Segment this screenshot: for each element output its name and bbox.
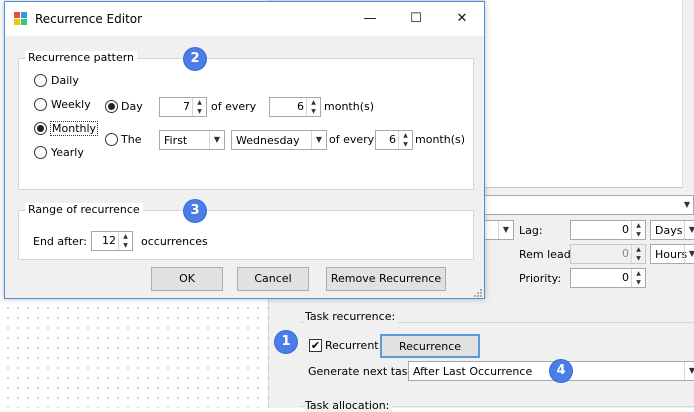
occurrences-value[interactable]: 12 [102,234,116,247]
spin-arrows-icon[interactable]: ▲ ▼ [631,269,645,287]
spin-arrows-icon[interactable]: ▲ ▼ [118,232,132,250]
spin-arrows-icon[interactable]: ▲ ▼ [631,245,645,263]
chevron-down-icon[interactable]: ▼ [498,221,513,239]
the-months-spinner[interactable]: 6 ▲ ▼ [375,130,413,150]
top-dropdown[interactable]: ▼ [482,195,694,215]
priority-label: Priority: [519,272,562,285]
range-of-recurrence-legend: Range of recurrence [25,203,143,216]
day-value[interactable]: 7 [183,100,190,113]
end-after-label: End after: [33,235,87,248]
rem-lead-unit-select[interactable]: Hours ▼ [650,244,694,264]
minimize-icon[interactable]: — [347,2,393,36]
the-months-value[interactable]: 6 [389,133,396,146]
ordinal-value[interactable]: First [164,134,187,147]
ordinal-select[interactable]: First ▼ [159,130,225,150]
day-label: Day [121,100,143,113]
chevron-down-icon[interactable]: ▼ [684,362,694,380]
badge-3: 3 [184,200,206,222]
ok-button[interactable]: OK [151,267,223,291]
lag-unit-value[interactable]: Days [655,224,682,237]
resize-grip-icon[interactable] [473,288,483,298]
dialog-title: Recurrence Editor [35,12,143,26]
occurrences-spinner[interactable]: 12 ▲ ▼ [91,231,133,251]
task-recurrence-legend: Task recurrence: [305,310,399,323]
the-radio[interactable] [105,133,118,146]
daily-label: Daily [51,74,79,87]
rem-lead-label: Rem lead: [519,248,575,261]
yearly-radio[interactable] [34,146,47,159]
the-months-unit: month(s) [415,133,466,146]
weekly-radio[interactable] [34,98,47,111]
spin-arrows-icon[interactable]: ▲ ▼ [631,221,645,239]
hidden-combo[interactable]: ▼ [482,220,514,240]
badge-4: 4 [550,360,572,382]
monthly-radio[interactable] [34,122,47,135]
lag-label: Lag: [519,224,543,237]
rem-lead-value[interactable]: 0 [622,247,629,260]
day-radio[interactable] [105,100,118,113]
recurrence-editor-dialog: Recurrence Editor — ☐ ✕ Recurrence patte… [4,1,485,299]
weekday-value[interactable]: Wednesday [236,134,300,147]
chevron-down-icon[interactable]: ▼ [684,221,694,239]
day-spinner[interactable]: 7 ▲ ▼ [159,97,207,117]
badge-1: 1 [275,331,297,353]
chevron-down-icon[interactable]: ▼ [684,245,694,263]
rem-lead-spinner[interactable]: 0 ▲ ▼ [570,244,646,264]
cancel-button[interactable]: Cancel [237,267,309,291]
priority-value[interactable]: 0 [622,271,629,284]
lag-unit-select[interactable]: Days ▼ [650,220,694,240]
day-months-value[interactable]: 6 [297,100,304,113]
check-icon: ✔ [310,339,321,352]
recurrent-checkbox[interactable]: ✔ [309,339,322,352]
spin-arrows-icon[interactable]: ▲ ▼ [398,131,412,149]
day-months-spinner[interactable]: 6 ▲ ▼ [269,97,321,117]
lag-value[interactable]: 0 [622,223,629,236]
generate-next-task-label: Generate next task: [308,365,418,378]
recurrence-pattern-legend: Recurrence pattern [25,51,138,64]
close-icon[interactable]: ✕ [439,2,485,36]
task-allocation-legend: Task allocation: [305,399,393,412]
priority-spinner[interactable]: 0 ▲ ▼ [570,268,646,288]
generate-next-task-value[interactable]: After Last Occurrence [413,365,532,378]
occurrences-label: occurrences [141,235,208,248]
daily-radio[interactable] [34,74,47,87]
maximize-icon[interactable]: ☐ [393,2,439,36]
rem-lead-unit-value[interactable]: Hours [655,248,687,261]
the-of-every-label: of every [329,133,375,146]
spin-arrows-icon[interactable]: ▲ ▼ [306,98,320,116]
yearly-label: Yearly [51,146,84,159]
recurrent-label: Recurrent [325,339,379,352]
vertical-scrollbar[interactable] [682,0,694,188]
day-of-every-label: of every [211,100,257,113]
day-months-unit: month(s) [324,100,375,113]
remove-recurrence-button[interactable]: Remove Recurrence [326,267,446,291]
the-label: The [121,133,142,146]
list-area [482,0,694,188]
chevron-down-icon[interactable]: ▼ [681,196,693,214]
lag-spinner[interactable]: 0 ▲ ▼ [570,220,646,240]
app-icon [14,12,27,25]
title-bar[interactable]: Recurrence Editor — ☐ ✕ [5,2,484,36]
badge-2: 2 [184,48,206,70]
weekly-label: Weekly [51,98,91,111]
weekday-select[interactable]: Wednesday ▼ [231,130,327,150]
chevron-down-icon[interactable]: ▼ [311,131,326,149]
monthly-label: Monthly [50,121,99,136]
recurrence-details-button[interactable]: Recurrence Details [380,334,480,375]
spin-arrows-icon[interactable]: ▲ ▼ [192,98,206,116]
chevron-down-icon[interactable]: ▼ [209,131,224,149]
